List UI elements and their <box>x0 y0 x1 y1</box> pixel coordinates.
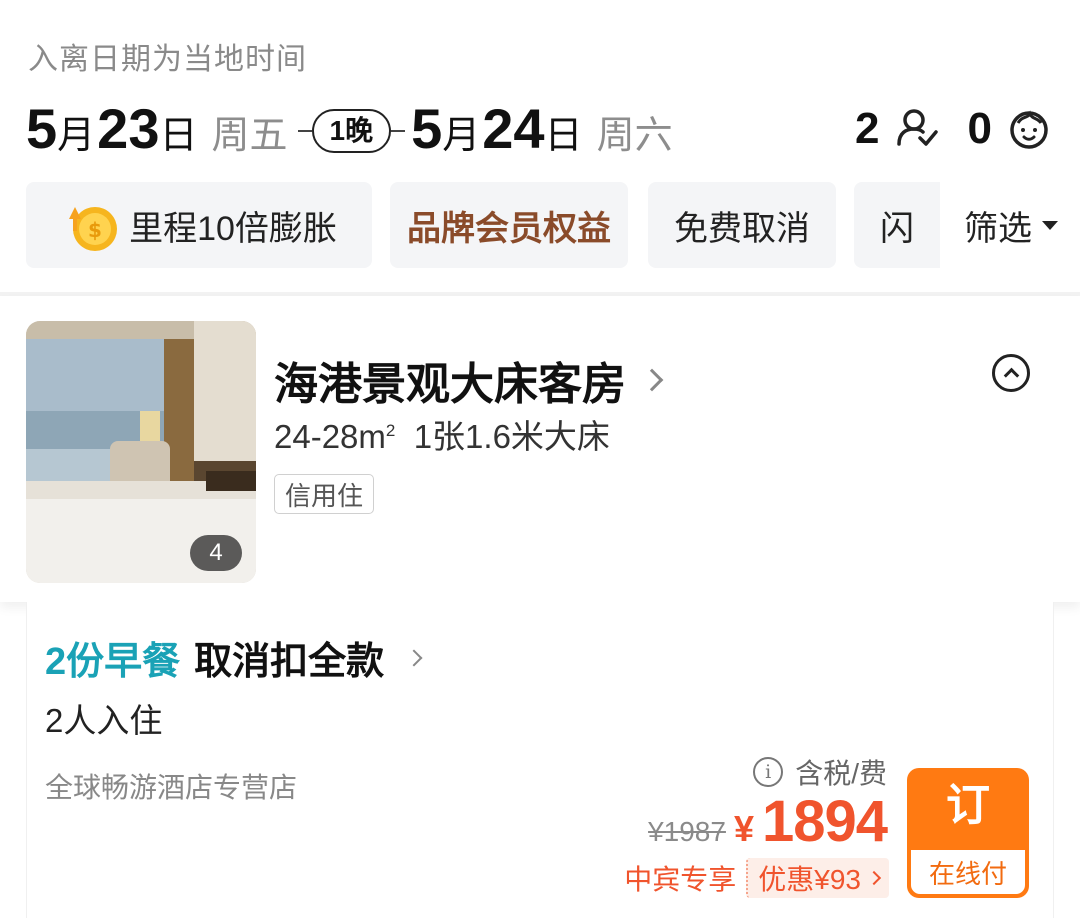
checkin-month: 5 <box>26 97 58 160</box>
filter-chip-mileage[interactable]: $ 里程10倍膨胀 <box>26 182 372 268</box>
current-price: 1894 <box>761 789 888 854</box>
seller-store-name[interactable]: 全球畅游酒店专营店 <box>45 766 297 806</box>
cancellation-policy: 取消扣全款 <box>194 641 385 683</box>
checkin-day-unit: 日 <box>159 115 198 157</box>
child-face-icon <box>1010 110 1048 149</box>
room-bed: 1张1.6米大床 <box>413 418 610 455</box>
book-button-payment-label: 在线付 <box>911 850 1025 894</box>
filter-chip-free-cancel[interactable]: 免费取消 <box>648 182 836 268</box>
room-title-link[interactable]: 海港景观大床客房 <box>274 348 664 412</box>
checkout-day: 24 <box>482 97 545 160</box>
room-title: 海港景观大床客房 <box>274 360 626 409</box>
promo-discount: 优惠¥93 <box>758 864 861 895</box>
nights-indicator: 1晚 <box>297 109 406 153</box>
filter-chip-label: 品牌会员权益 <box>407 209 611 248</box>
tax-note-label: 含税/费 <box>795 758 887 789</box>
checkout-month: 5 <box>411 97 443 160</box>
rate-plan-policy-link[interactable]: 2份早餐 取消扣全款 <box>45 630 423 685</box>
chevron-right-icon <box>866 870 882 886</box>
price-row: ¥1987 ¥ 1894 <box>648 788 888 855</box>
photo-count-badge: 4 <box>190 535 242 571</box>
book-button-label: 订 <box>946 781 990 830</box>
child-count: 0 <box>967 104 992 153</box>
checkout-month-unit: 月 <box>442 115 481 157</box>
credit-stay-tag: 信用住 <box>274 474 375 514</box>
chevron-right-icon <box>405 649 423 666</box>
currency-symbol: ¥ <box>733 808 754 849</box>
gold-coin-icon: $ <box>69 207 118 251</box>
room-specs: 24-28m2 1张1.6米大床 <box>274 410 610 458</box>
filter-chip-label: 免费取消 <box>674 209 810 248</box>
adult-count: 2 <box>855 104 880 153</box>
adult-person-icon <box>896 109 938 146</box>
date-timezone-note: 入离日期为当地时间 <box>28 43 307 76</box>
checkin-month-unit: 月 <box>57 115 96 157</box>
occupancy-info: 2人入住 <box>45 702 163 739</box>
checkin-weekday: 周五 <box>211 115 288 157</box>
filter-button-label: 筛选 <box>964 209 1032 248</box>
room-photo[interactable]: 4 <box>26 321 256 583</box>
date-range-selector[interactable]: 5 月 23 日 周五 1晚 5 月 24 日 周六 <box>26 96 673 166</box>
nights-line-right <box>391 130 406 132</box>
promo-discount-box: 优惠¥93 <box>746 858 889 898</box>
rate-plan-card[interactable]: 2份早餐 取消扣全款 2人入住 全球畅游酒店专营店 i 含税/费 ¥1987 ¥… <box>26 602 1054 918</box>
collapse-toggle-button[interactable] <box>992 354 1030 392</box>
guest-selector[interactable]: 2 0 <box>855 104 1052 154</box>
caret-down-icon <box>1042 220 1058 230</box>
breakfast-info: 2份早餐 <box>45 641 181 683</box>
checkout-weekday: 周六 <box>596 115 673 157</box>
promo-badge[interactable]: 中宾专享 优惠¥93 <box>624 858 889 898</box>
nights-line-left <box>297 130 312 132</box>
room-card[interactable]: 4 海港景观大床客房 24-28m2 1张1.6米大床 信用住 <box>0 296 1080 602</box>
checkin-day: 23 <box>97 97 160 160</box>
info-icon: i <box>753 757 784 787</box>
original-price: ¥1987 <box>648 816 726 847</box>
filter-bar: $ 里程10倍膨胀 品牌会员权益 免费取消 闪 筛选 <box>0 180 1080 270</box>
book-button[interactable]: 订 在线付 <box>907 768 1029 898</box>
chevron-right-icon <box>640 368 664 392</box>
tax-note[interactable]: i 含税/费 <box>753 752 887 792</box>
room-area-unit-sup: 2 <box>385 421 396 440</box>
filter-button[interactable]: 筛选 <box>940 182 1058 268</box>
filter-chip-brand-member[interactable]: 品牌会员权益 <box>390 182 628 268</box>
promo-label: 中宾专享 <box>624 864 737 895</box>
filter-chip-label: 闪 <box>880 209 914 248</box>
svg-text:$: $ <box>88 218 102 242</box>
chevron-up-icon <box>1003 367 1019 384</box>
checkout-day-unit: 日 <box>544 115 583 157</box>
room-area: 24-28m <box>274 418 386 455</box>
filter-chip-label: 里程10倍膨胀 <box>129 209 337 248</box>
nights-count: 1晚 <box>311 109 392 153</box>
